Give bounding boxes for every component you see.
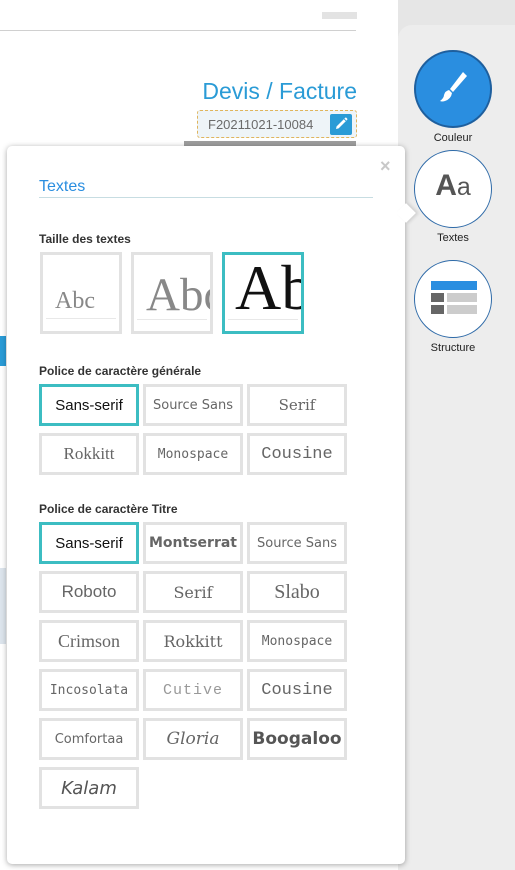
size-sample-large: Ab: [235, 252, 301, 323]
document-pale-marker: [0, 568, 6, 644]
tool-structure-label: Structure: [430, 342, 476, 354]
title-font-incosolata[interactable]: Incosolata: [39, 669, 139, 711]
general-font-section-label: Police de caractère générale: [39, 364, 202, 378]
title-font-crimson[interactable]: Crimson: [39, 620, 139, 662]
size-option-large[interactable]: Ab: [222, 252, 304, 334]
title-font-serif[interactable]: Serif: [143, 571, 243, 613]
tool-couleur-label: Couleur: [433, 132, 473, 144]
document-title[interactable]: Devis / Facture: [202, 78, 357, 105]
title-font-section-label: Police de caractère Titre: [39, 502, 178, 516]
tool-structure[interactable]: Structure: [412, 260, 494, 354]
pencil-icon: [336, 117, 348, 129]
document-number-field[interactable]: F20211021-10084: [197, 110, 357, 138]
size-option-small[interactable]: Abc: [40, 252, 122, 334]
general-font-serif[interactable]: Serif: [247, 384, 347, 426]
title-font-monospace[interactable]: Monospace: [247, 620, 347, 662]
title-font-comfortaa[interactable]: Comfortaa: [39, 718, 139, 760]
title-font-roboto[interactable]: Roboto: [39, 571, 139, 613]
size-sample-small: Abc: [55, 288, 95, 314]
tool-textes-label: Textes: [437, 232, 469, 244]
general-font-cousine[interactable]: Cousine: [247, 433, 347, 475]
title-font-source-sans[interactable]: Source Sans: [247, 522, 347, 564]
general-font-sans-serif[interactable]: Sans-serif: [39, 384, 139, 426]
brush-icon[interactable]: [414, 50, 492, 128]
title-font-boogaloo[interactable]: Boogaloo: [247, 718, 347, 760]
document-divider: [0, 30, 356, 31]
text-aa-icon[interactable]: Aa: [414, 150, 492, 228]
edit-number-button[interactable]: [330, 114, 352, 135]
size-option-medium[interactable]: Abc: [131, 252, 213, 334]
design-toolbar: Couleur Aa Textes Structure: [398, 25, 515, 870]
size-sample-medium: Abc: [146, 269, 210, 321]
title-font-rokkitt[interactable]: Rokkitt: [143, 620, 243, 662]
title-font-cousine[interactable]: Cousine: [247, 669, 347, 711]
document-blue-marker: [0, 336, 6, 366]
title-font-sans-serif[interactable]: Sans-serif: [39, 522, 139, 564]
document-number: F20211021-10084: [208, 117, 314, 132]
close-icon[interactable]: ×: [380, 156, 391, 177]
title-font-gloria[interactable]: Gloria: [143, 718, 243, 760]
title-font-slabo[interactable]: Slabo: [247, 571, 347, 613]
text-icon-small-letter: a: [456, 173, 471, 201]
text-icon-big-letter: A: [435, 169, 457, 202]
document-top-bar: [322, 12, 357, 19]
panel-divider: [39, 197, 373, 198]
layout-icon[interactable]: [414, 260, 492, 338]
general-font-rokkitt[interactable]: Rokkitt: [39, 433, 139, 475]
text-settings-panel: × Textes Taille des textes Abc Abc Ab Po…: [7, 146, 416, 864]
tool-couleur[interactable]: Couleur: [412, 50, 494, 144]
general-font-monospace[interactable]: Monospace: [143, 433, 243, 475]
panel-title: Textes: [39, 178, 86, 195]
general-font-source-sans[interactable]: Source Sans: [143, 384, 243, 426]
size-section-label: Taille des textes: [39, 232, 131, 246]
title-font-kalam[interactable]: Kalam: [39, 767, 139, 809]
tool-textes[interactable]: Aa Textes: [412, 150, 494, 244]
title-font-cutive[interactable]: Cutive: [143, 669, 243, 711]
title-font-montserrat[interactable]: Montserrat: [143, 522, 243, 564]
